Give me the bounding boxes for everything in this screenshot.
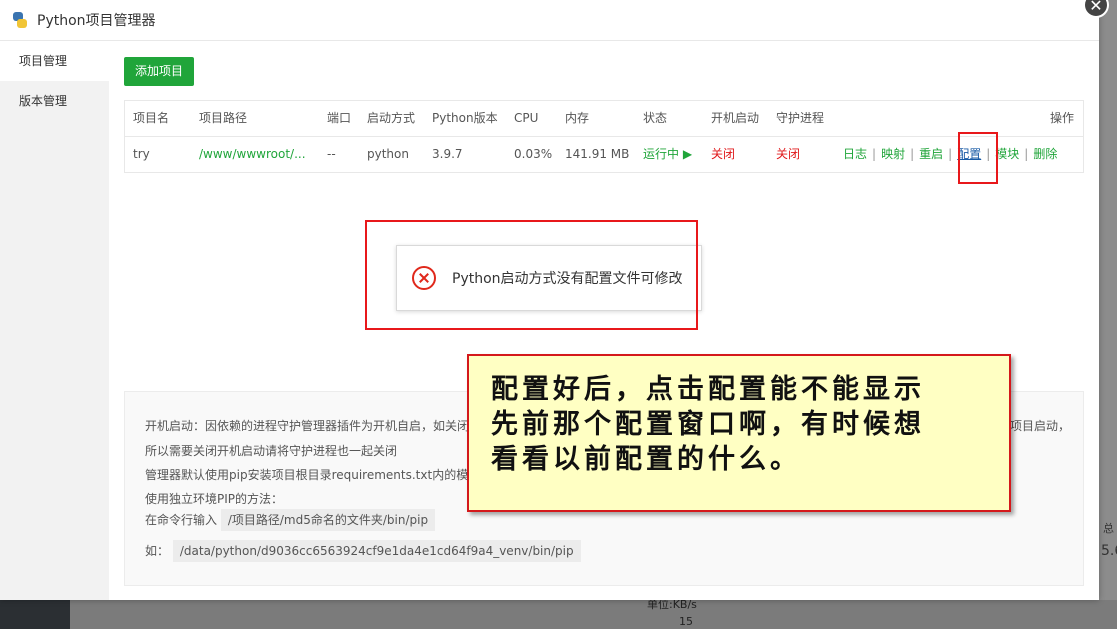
note-pip-default: 管理器默认使用pip安装项目根目录requirements.txt内的模块: [145, 468, 481, 482]
project-table: 项目名 项目路径 端口 启动方式 Python版本 CPU 内存 状态 开机启动…: [124, 100, 1084, 173]
delete-link[interactable]: 删除: [1033, 147, 1057, 161]
header-memory: 内存: [565, 111, 590, 125]
row-actions: 日志 | 映射 | 重启 | 配置 | 模块 | 删除: [843, 137, 1057, 172]
annotation-box-message: [365, 220, 698, 330]
header-python-version: Python版本: [432, 111, 498, 125]
project-start-mode: python: [367, 147, 409, 161]
project-python-version: 3.9.7: [432, 147, 463, 161]
background-sidebar-strip: [0, 600, 70, 629]
action-separator: |: [1024, 147, 1029, 161]
header-daemon: 守护进程: [776, 111, 825, 125]
note-daemon: 所以需要关闭开机启动请将守护进程也一起关闭: [145, 444, 398, 458]
boot-toggle[interactable]: 关闭: [711, 137, 735, 172]
annotation-callout: 配置好后，点击配置能不能显示 先前那个配置窗口啊，有时候想 看看以前配置的什么。: [467, 354, 1011, 512]
dialog-titlebar: Python项目管理器: [0, 0, 1099, 41]
background-bottom-panel: [0, 600, 1117, 629]
sidebar-item-project-management[interactable]: 项目管理: [0, 41, 109, 81]
command-code: /项目路径/md5命名的文件夹/bin/pip: [220, 509, 436, 531]
module-link[interactable]: 模块: [995, 147, 1019, 161]
annotation-box-config: [958, 132, 998, 184]
dialog-title: Python项目管理器: [37, 13, 156, 29]
header-start-mode: 启动方式: [367, 111, 416, 125]
project-port: --: [327, 147, 336, 161]
action-separator: |: [872, 147, 877, 161]
header-actions: 操作: [1050, 111, 1075, 125]
header-status: 状态: [643, 111, 668, 125]
background-tick-label: 15: [679, 615, 693, 628]
project-name: try: [133, 147, 150, 161]
header-cpu: CPU: [514, 111, 539, 125]
action-separator: |: [910, 147, 915, 161]
note-boot: 开机启动：因依赖的进程守护管理器插件为开机自启，如关闭: [145, 419, 470, 433]
project-memory: 141.91 MB: [565, 147, 630, 161]
header-boot: 开机启动: [711, 111, 760, 125]
background-edge-value: 5.6: [1101, 543, 1117, 559]
status-running-toggle[interactable]: 运行中 ▶: [643, 137, 692, 172]
action-separator: |: [948, 147, 953, 161]
project-path-link[interactable]: /www/wwwroot/...: [199, 137, 306, 172]
table-header: 项目名 项目路径 端口 启动方式 Python版本 CPU 内存 状态 开机启动…: [125, 101, 1083, 137]
note-example: 如： /data/python/d9036cc6563924cf9e1da4e1…: [145, 540, 581, 562]
callout-line-2: 先前那个配置窗口啊，有时候想: [491, 409, 925, 440]
project-cpu: 0.03%: [514, 147, 553, 161]
python-logo-icon: [11, 11, 29, 29]
note-command: 在命令行输入 /项目路径/md5命名的文件夹/bin/pip: [145, 509, 436, 531]
daemon-toggle[interactable]: 关闭: [776, 137, 800, 172]
log-link[interactable]: 日志: [843, 147, 867, 161]
sidebar-item-version-management[interactable]: 版本管理: [0, 81, 109, 121]
background-edge-text: 总: [1103, 522, 1114, 535]
header-port: 端口: [327, 111, 352, 125]
mapping-link[interactable]: 映射: [881, 147, 905, 161]
sidebar: 项目管理 版本管理: [0, 41, 109, 600]
header-name: 项目名: [133, 111, 170, 125]
header-path: 项目路径: [199, 111, 248, 125]
note-venv-title: 使用独立环境PIP的方法：: [145, 492, 284, 506]
note-boot-tail: 项目启动，: [1010, 419, 1071, 433]
add-project-button[interactable]: 添加项目: [124, 57, 194, 86]
callout-line-3: 看看以前配置的什么。: [491, 444, 801, 475]
table-row: try /www/wwwroot/... -- python 3.9.7 0.0…: [125, 137, 1083, 172]
restart-link[interactable]: 重启: [919, 147, 943, 161]
callout-line-1: 配置好后，点击配置能不能显示: [491, 374, 925, 405]
example-code: /data/python/d9036cc6563924cf9e1da4e1cd6…: [172, 540, 581, 562]
